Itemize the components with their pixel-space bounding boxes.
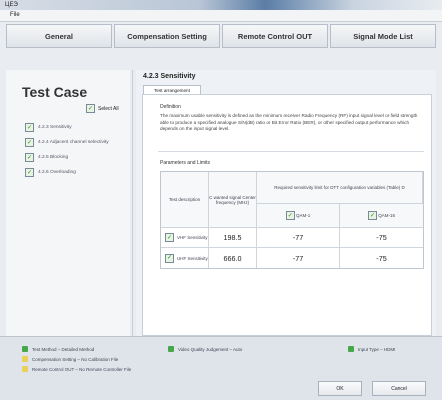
select-all-label: Select All [98, 105, 119, 112]
test-case-item[interactable]: ✓ 4.2.5 Blocking [25, 150, 109, 165]
test-case-item[interactable]: ✓ 4.2.3 Sensitivity [25, 120, 109, 135]
status-text: Video Quality Judgement – Auto [178, 346, 243, 352]
checkbox-icon[interactable]: ✓ [25, 153, 34, 162]
table-row-name[interactable]: ✓ UHF Sensitivity [161, 248, 209, 268]
table-row-name[interactable]: ✓ VHF Sensitivity [161, 228, 209, 248]
tab-general[interactable]: General [6, 24, 112, 48]
checkbox-icon[interactable]: ✓ [367, 211, 377, 220]
checkbox-icon[interactable]: ✓ [25, 168, 34, 177]
header-required-sensitivity: Required sensitivity limit for DTT confi… [257, 172, 423, 204]
file-menu[interactable]: File [10, 10, 20, 21]
select-all-checkbox-icon[interactable]: ✓ [86, 104, 95, 113]
section-heading: 4.2.3 Sensitivity [143, 73, 196, 80]
status-text: Test Method – Detailed Method [32, 346, 95, 352]
header-qam-16: ✓ QAM-16 [340, 204, 423, 228]
tab-compensation-setting[interactable]: Compensation Setting [114, 24, 220, 48]
table-cell-qam16: -75 [340, 228, 423, 248]
menu-bar: File [0, 10, 442, 22]
table-cell-qam16: -75 [376, 253, 387, 263]
green-status-icon [348, 346, 354, 352]
status-test-method: Test Method – Detailed Method [22, 346, 94, 352]
yellow-status-icon [22, 356, 28, 362]
row-label: UHF Sensitivity [177, 255, 208, 261]
status-remote: Remote Control OUT – No Remote Controlle… [22, 366, 131, 372]
checkbox-icon[interactable]: ✓ [165, 253, 174, 263]
yellow-status-icon [22, 366, 28, 372]
checkbox-icon[interactable]: ✓ [285, 211, 295, 220]
tab-remote-control-out[interactable]: Remote Control OUT [222, 24, 328, 48]
checkbox-icon[interactable]: ✓ [25, 123, 34, 132]
cancel-button[interactable]: Cancel [372, 381, 426, 396]
test-case-label: 4.2.6 Overloading [38, 170, 76, 175]
window-title: ЦЕЭ [5, 2, 18, 8]
status-compensation: Compensation Setting – No Calibration Fi… [22, 356, 118, 362]
green-status-icon [22, 346, 28, 352]
status-text: Compensation Setting – No Calibration Fi… [32, 356, 119, 362]
test-case-label: 4.2.3 Sensitivity [38, 125, 72, 130]
table-cell-frequency: 666.0 [209, 248, 257, 268]
row-label: VHF Sensitivity [177, 235, 208, 240]
test-case-title: Test Case [22, 84, 88, 100]
qam-16-label: QAM-16 [378, 213, 396, 218]
panel-divider [132, 70, 133, 336]
main-tabs: General Compensation Setting Remote Cont… [6, 24, 436, 48]
checkbox-icon[interactable]: ✓ [25, 138, 34, 147]
checkbox-icon[interactable]: ✓ [165, 233, 174, 242]
header-center-frequency: C wanted signal Center frequency (MHz) [209, 172, 257, 228]
table-cell-qam1: -77 [257, 228, 340, 248]
test-case-list: ✓ 4.2.3 Sensitivity ✓ 4.2.4 Adjacent cha… [25, 120, 109, 180]
status-video-quality: Video Quality Judgement – Auto [168, 346, 242, 352]
definition-text: The maximum usable sensitivity is define… [160, 113, 418, 131]
qam-1-label: QAM-1 [296, 213, 311, 218]
title-bar: ЦЕЭ [0, 0, 442, 10]
test-case-label: 4.2.4 Adjacent channel selectivity [38, 140, 109, 145]
status-text: Input Type – HDMI [358, 346, 396, 352]
select-all[interactable]: ✓ Select All [86, 104, 119, 113]
header-qam-1: ✓ QAM-1 [257, 204, 340, 228]
definition-title: Definition [160, 104, 181, 110]
parameters-table: Test description C wanted signal Center … [160, 171, 424, 269]
table-cell-frequency: 198.5 [209, 228, 257, 248]
section-divider [158, 151, 424, 152]
parameters-title: Parameters and Limits [160, 160, 211, 166]
test-case-item[interactable]: ✓ 4.2.6 Overloading [25, 165, 109, 180]
table-cell-qam1: -77 [257, 248, 340, 268]
tab-signal-mode-list[interactable]: Signal Mode List [330, 24, 436, 48]
status-input-type: Input Type – HDMI [348, 346, 395, 352]
test-case-label: 4.2.5 Blocking [38, 155, 69, 160]
test-case-item[interactable]: ✓ 4.2.4 Adjacent channel selectivity [25, 135, 109, 150]
ok-button[interactable]: OK [318, 381, 362, 396]
header-test-description: Test description [161, 172, 209, 228]
status-text: Remote Control OUT – No Remote Controlle… [32, 366, 132, 372]
green-status-icon [168, 346, 174, 352]
